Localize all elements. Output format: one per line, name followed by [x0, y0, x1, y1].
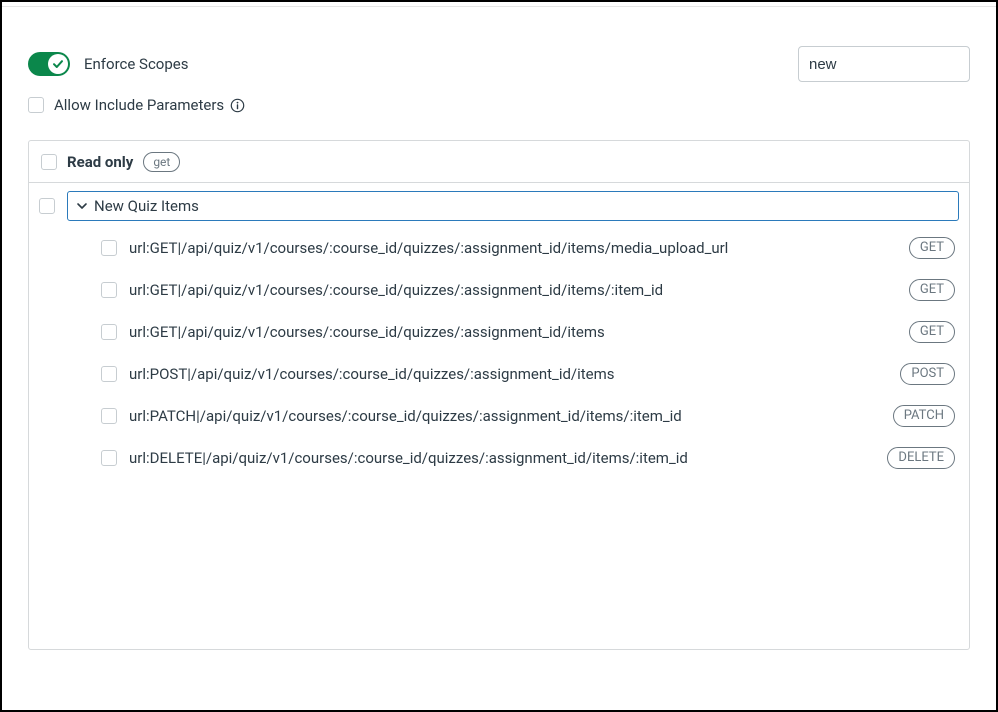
readonly-checkbox[interactable]: [41, 154, 57, 170]
readonly-label: Read only: [67, 153, 133, 171]
group-checkbox[interactable]: [39, 198, 55, 214]
endpoint-row: url:PATCH|/api/quiz/v1/courses/:course_i…: [29, 395, 969, 437]
check-icon: [52, 58, 64, 70]
endpoint-row: url:DELETE|/api/quiz/v1/courses/:course_…: [29, 437, 969, 479]
enforce-scopes-label: Enforce Scopes: [84, 55, 188, 73]
method-badge: GET: [909, 237, 955, 259]
endpoint-url: url:GET|/api/quiz/v1/courses/:course_id/…: [129, 239, 897, 257]
allow-includes-label: Allow Include Parameters: [54, 96, 245, 114]
endpoint-url: url:POST|/api/quiz/v1/courses/:course_id…: [129, 365, 888, 383]
group-title: New Quiz Items: [94, 197, 199, 215]
readonly-bar: Read only get: [29, 141, 969, 183]
endpoint-row: url:POST|/api/quiz/v1/courses/:course_id…: [29, 353, 969, 395]
group-header[interactable]: New Quiz Items: [67, 191, 959, 221]
method-badge: GET: [909, 321, 955, 343]
info-icon[interactable]: [230, 98, 245, 113]
search-box[interactable]: [798, 46, 970, 82]
endpoint-url: url:DELETE|/api/quiz/v1/courses/:course_…: [129, 449, 875, 467]
search-input[interactable]: [809, 56, 998, 73]
endpoint-url: url:GET|/api/quiz/v1/courses/:course_id/…: [129, 281, 897, 299]
endpoint-checkbox[interactable]: [101, 366, 117, 382]
endpoint-checkbox[interactable]: [101, 324, 117, 340]
method-badge: DELETE: [887, 447, 955, 469]
endpoint-row: url:GET|/api/quiz/v1/courses/:course_id/…: [29, 269, 969, 311]
method-badge: PATCH: [893, 405, 955, 427]
endpoint-row: url:GET|/api/quiz/v1/courses/:course_id/…: [29, 227, 969, 269]
endpoint-row: url:GET|/api/quiz/v1/courses/:course_id/…: [29, 311, 969, 353]
endpoint-checkbox[interactable]: [101, 240, 117, 256]
chevron-down-icon: [76, 200, 88, 212]
endpoint-url: url:GET|/api/quiz/v1/courses/:course_id/…: [129, 323, 897, 341]
endpoint-checkbox[interactable]: [101, 282, 117, 298]
method-badge: GET: [909, 279, 955, 301]
enforce-scopes-toggle[interactable]: [28, 52, 70, 76]
readonly-badge: get: [143, 152, 180, 172]
method-badge: POST: [900, 363, 955, 385]
scope-panel: Read only get New Quiz Items url:GET|/ap…: [28, 140, 970, 650]
endpoint-checkbox[interactable]: [101, 408, 117, 424]
endpoint-checkbox[interactable]: [101, 450, 117, 466]
allow-includes-checkbox[interactable]: [28, 97, 44, 113]
endpoint-url: url:PATCH|/api/quiz/v1/courses/:course_i…: [129, 407, 881, 425]
toggle-knob: [48, 54, 68, 74]
